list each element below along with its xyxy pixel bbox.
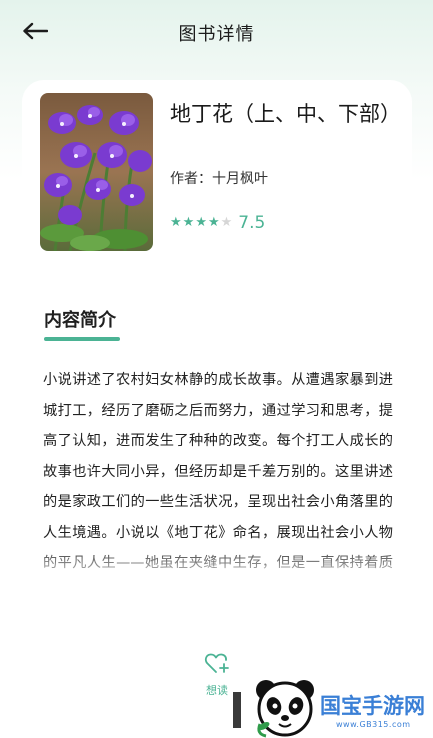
- watermark-url: www.GB315.com: [336, 720, 411, 729]
- star-filled-icon: ★: [195, 215, 207, 230]
- star-filled-icon: ★: [170, 215, 182, 230]
- book-cover[interactable]: [40, 93, 153, 251]
- book-author: 作者：十月枫叶: [170, 171, 268, 187]
- heart-plus-icon: [204, 652, 230, 678]
- watermark: 国宝手游网 www.GB315.com: [252, 676, 433, 738]
- star-filled-icon: ★: [182, 215, 195, 230]
- book-title: 地丁花（上、中、下部）: [170, 102, 401, 126]
- rating-score: 7.5: [238, 213, 266, 233]
- star-filled-icon: ★: [207, 215, 220, 230]
- want-read-label: 想读: [206, 684, 228, 697]
- want-read-button[interactable]: 想读: [196, 652, 238, 702]
- violet-flowers-cover-image: [40, 93, 153, 251]
- star-empty-icon: ★: [220, 215, 233, 230]
- header: 图书详情: [0, 0, 433, 68]
- rating: ★ ★ ★ ★ ★ 7.5: [170, 213, 265, 233]
- section-title-underline: [44, 337, 120, 341]
- section-title-intro: 内容简介: [44, 310, 116, 331]
- page-title: 图书详情: [178, 24, 255, 45]
- panda-logo: [256, 680, 314, 738]
- read-button-edge[interactable]: [233, 692, 241, 728]
- watermark-name: 国宝手游网: [320, 694, 425, 718]
- intro-fade-overlay: [0, 545, 433, 615]
